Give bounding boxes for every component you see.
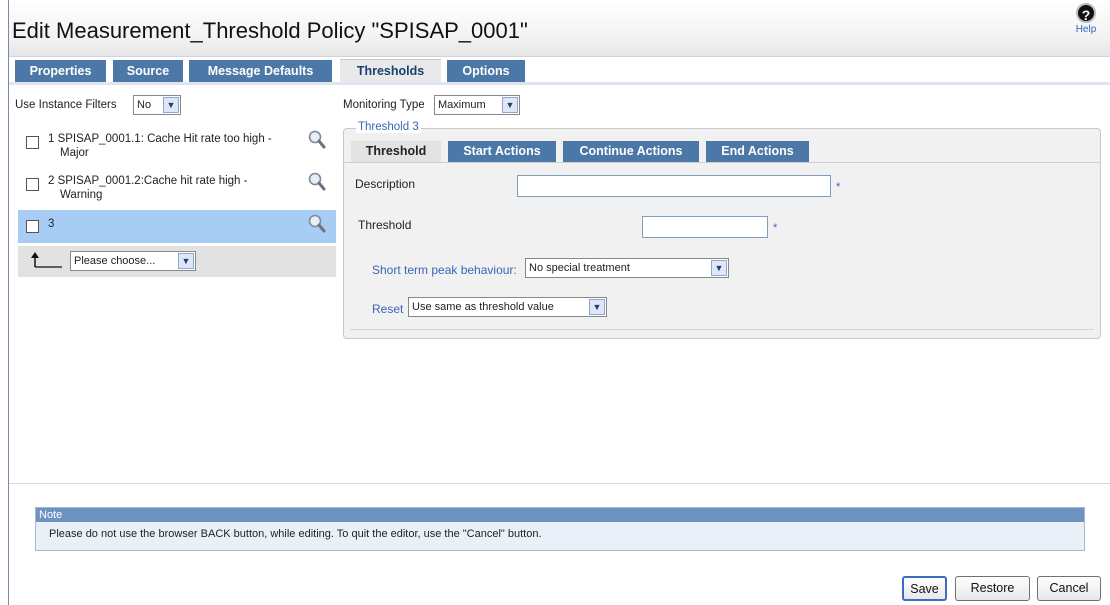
inner-tab-end-actions[interactable]: End Actions <box>706 141 809 162</box>
short-term-peak-value: No special treatment <box>529 262 630 274</box>
threshold-label: Threshold <box>358 218 412 232</box>
tab-options[interactable]: Options <box>447 60 525 82</box>
threshold-item-title: 3 <box>48 218 55 230</box>
threshold-input[interactable] <box>642 216 768 238</box>
threshold-checkbox[interactable] <box>26 136 39 149</box>
help-icon: ? <box>1076 3 1096 23</box>
list-item[interactable]: 2 SPISAP_0001.2:Cache hit rate high - Wa… <box>18 168 336 206</box>
inner-tab-start-actions[interactable]: Start Actions <box>448 141 556 162</box>
magnifier-icon[interactable] <box>308 130 326 150</box>
instance-filters-select[interactable]: No ▼ <box>133 95 181 115</box>
page-header: Edit Measurement_Threshold Policy "SPISA… <box>9 0 1110 57</box>
inner-tab-threshold[interactable]: Threshold <box>351 141 441 162</box>
magnifier-icon[interactable] <box>308 214 326 234</box>
description-input[interactable] <box>517 175 831 197</box>
tab-properties[interactable]: Properties <box>15 60 106 82</box>
tab-message-defaults[interactable]: Message Defaults <box>189 60 332 82</box>
instance-filters-value: No <box>137 99 152 111</box>
monitoring-type-value: Maximum <box>438 99 486 111</box>
note-heading: Note <box>36 508 1084 522</box>
chevron-down-icon: ▼ <box>163 97 179 113</box>
required-marker: * <box>836 181 841 193</box>
divider <box>9 483 1110 484</box>
monitoring-type-select[interactable]: Maximum ▼ <box>434 95 520 115</box>
reset-value: Use same as threshold value <box>412 301 554 313</box>
chevron-down-icon: ▼ <box>589 299 605 315</box>
threshold-panel-legend: Threshold 3 <box>356 121 421 133</box>
reset-select[interactable]: Use same as threshold value ▼ <box>408 297 607 317</box>
note-text: Please do not use the browser BACK butto… <box>49 528 542 540</box>
move-bar: Please choose... ▼ <box>18 246 336 277</box>
cancel-button[interactable]: Cancel <box>1037 576 1101 601</box>
save-button[interactable]: Save <box>902 576 947 601</box>
magnifier-icon[interactable] <box>308 172 326 192</box>
short-term-peak-select[interactable]: No special treatment ▼ <box>525 258 729 278</box>
frame-border <box>8 0 9 605</box>
tab-underline <box>9 82 1110 85</box>
tab-source[interactable]: Source <box>113 60 183 82</box>
reset-label: Reset <box>372 302 404 316</box>
monitoring-type-label: Monitoring Type <box>343 99 425 111</box>
tab-thresholds[interactable]: Thresholds <box>340 59 441 83</box>
list-item[interactable]: 1 SPISAP_0001.1: Cache Hit rate too high… <box>18 126 336 164</box>
panel-divider <box>350 329 1094 330</box>
help-button[interactable]: ? Help <box>1068 3 1104 35</box>
help-label: Help <box>1075 24 1097 35</box>
threshold-item-severity: Warning <box>60 189 103 201</box>
instance-filters-label: Use Instance Filters <box>15 99 117 111</box>
required-marker: * <box>773 222 778 234</box>
note-box: Note Please do not use the browser BACK … <box>35 507 1085 551</box>
move-select[interactable]: Please choose... ▼ <box>70 251 196 271</box>
short-term-peak-label: Short term peak behaviour: <box>372 263 517 277</box>
move-up-arrow-icon <box>31 252 62 268</box>
chevron-down-icon: ▼ <box>711 260 727 276</box>
threshold-item-title: 2 SPISAP_0001.2:Cache hit rate high - <box>48 175 248 187</box>
move-select-value: Please choose... <box>74 255 156 267</box>
threshold-checkbox[interactable] <box>26 220 39 233</box>
inner-tab-continue-actions[interactable]: Continue Actions <box>563 141 699 162</box>
threshold-item-title: 1 SPISAP_0001.1: Cache Hit rate too high… <box>48 133 272 145</box>
list-item-selected[interactable]: 3 <box>18 210 336 243</box>
threshold-item-severity: Major <box>60 147 89 159</box>
chevron-down-icon: ▼ <box>502 97 518 113</box>
threshold-checkbox[interactable] <box>26 178 39 191</box>
inner-tab-underline <box>343 162 1101 163</box>
chevron-down-icon: ▼ <box>178 253 194 269</box>
page-title: Edit Measurement_Threshold Policy "SPISA… <box>12 18 528 43</box>
description-label: Description <box>355 177 416 191</box>
restore-button[interactable]: Restore <box>955 576 1030 601</box>
